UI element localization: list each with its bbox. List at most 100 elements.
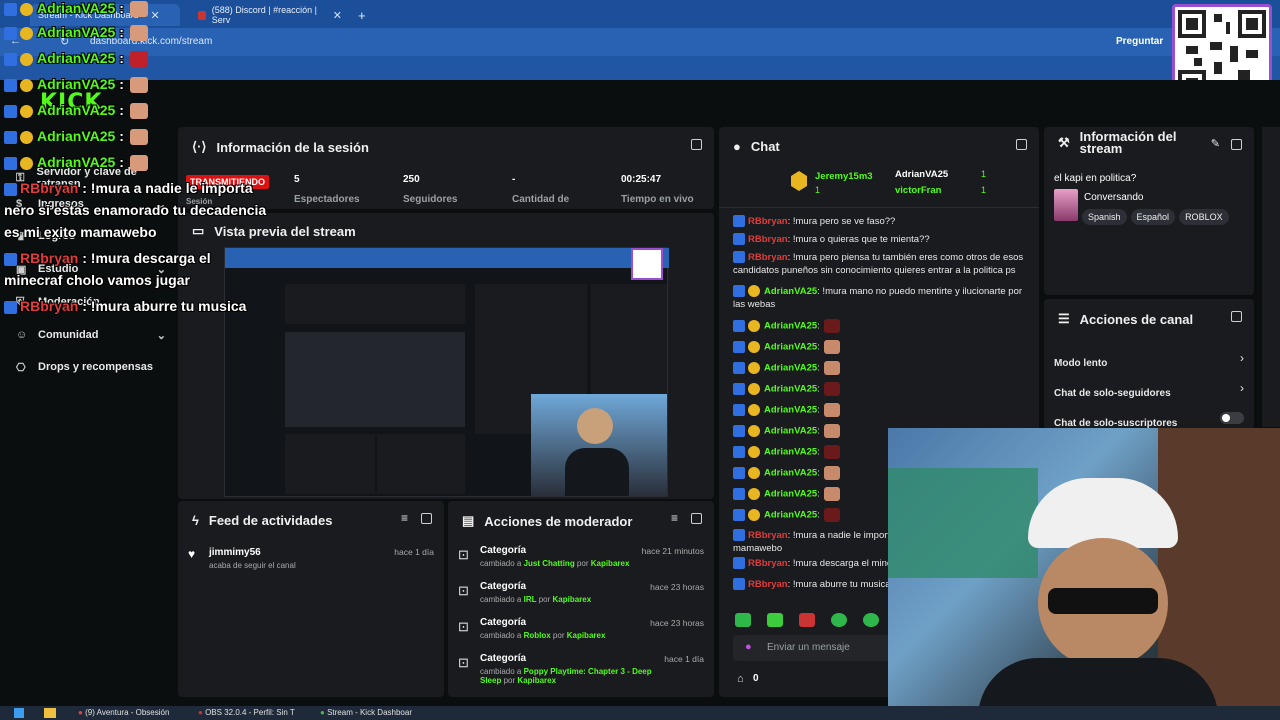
activity-user: jimmimy56 (209, 547, 261, 558)
close-icon[interactable]: ✕ (151, 9, 160, 22)
overlay-text: : !mura aburre tu musica (78, 298, 247, 314)
taskbar-item[interactable]: ● Stream - Kick Dashboar (320, 708, 412, 717)
panel-title: Chat (750, 139, 780, 154)
moderator-badge-icon (733, 578, 745, 591)
popout-icon[interactable] (1231, 311, 1242, 322)
emote-icon[interactable] (767, 613, 783, 627)
chat-username[interactable]: AdrianVA25 (764, 447, 817, 458)
chat-username[interactable]: RBbryan (748, 579, 788, 590)
mic-icon[interactable]: ● (745, 641, 752, 653)
sidebar-item-comunidad[interactable]: ☺ Comunidad ⌄ (16, 329, 166, 342)
windows-start-icon[interactable] (14, 708, 24, 718)
sidebar-item-label: Drops y recompensas (38, 361, 153, 373)
wrench-icon: ⚒ (1058, 135, 1070, 150)
gift-icon[interactable]: ⌂ (737, 673, 744, 685)
emote-icon[interactable] (831, 613, 847, 627)
filter-icon[interactable]: ≡ (401, 511, 408, 525)
mod-action-prefix: cambiado a (480, 595, 524, 604)
emote-icon (823, 424, 840, 438)
overlay-username: AdrianVA25 (37, 102, 116, 118)
chat-username[interactable]: AdrianVA25 (764, 321, 817, 332)
chat-username[interactable]: AdrianVA25 (764, 363, 817, 374)
chat-username[interactable]: RBbryan (748, 530, 788, 541)
chat-username[interactable]: AdrianVA25 (764, 426, 817, 437)
mod-action-value[interactable]: Roblox (524, 631, 551, 640)
chat-username[interactable]: AdrianVA25 (764, 286, 817, 297)
mod-action-value[interactable]: IRL (524, 595, 537, 604)
tag: Spanish (1082, 209, 1127, 225)
subscribers-only-toggle[interactable] (1220, 412, 1244, 424)
chat-username[interactable]: AdrianVA25 (764, 489, 817, 500)
overlay-username: RBbryan (20, 180, 79, 196)
moderator-badge-icon (4, 156, 17, 170)
mod-action-time: hace 23 horas (650, 582, 704, 592)
emote-icon (823, 508, 840, 522)
chat-bubble-icon: ● (733, 139, 741, 154)
chat-username[interactable]: AdrianVA25 (764, 342, 817, 353)
mod-action-user[interactable]: Kapibarex (567, 631, 606, 640)
chat-username[interactable]: RBbryan (748, 234, 788, 245)
chat-username[interactable]: AdrianVA25 (764, 384, 817, 395)
new-tab-button[interactable]: + (350, 4, 374, 26)
gold-badge-icon (20, 156, 33, 170)
overlay-username: AdrianVA25 (37, 50, 116, 66)
mod-action-value[interactable]: Just Chatting (524, 559, 575, 568)
popout-icon[interactable] (1016, 139, 1027, 150)
emote-icon (129, 129, 148, 146)
chat-username[interactable]: AdrianVA25 (764, 468, 817, 479)
stream-preview-video[interactable] (224, 247, 669, 497)
chat-username[interactable]: RBbryan (748, 558, 788, 569)
popout-icon[interactable] (691, 513, 702, 524)
popout-icon[interactable] (1231, 139, 1242, 150)
stat-value: 5 (294, 174, 300, 185)
sidebar-item-drops[interactable]: ⎔ Drops y recompensas (16, 361, 166, 374)
gold-badge-icon (20, 52, 33, 66)
mod-action-user[interactable]: Kapibarex (517, 676, 556, 685)
close-icon[interactable]: ✕ (333, 9, 342, 22)
edit-icon[interactable]: ✎ (1211, 137, 1220, 150)
mod-action-user[interactable]: Kapibarex (591, 559, 630, 568)
emote-icon (823, 382, 840, 396)
action-followers-only[interactable]: Chat de solo-seguidores › (1054, 381, 1244, 401)
moderator-badge-icon (733, 488, 745, 500)
stat-label: Tiempo en vivo (621, 194, 694, 205)
tab-discord[interactable]: (588) Discord | #reacción | Serv ✕ (190, 4, 350, 26)
moderator-badge-icon (733, 233, 745, 246)
overlay-text: : (115, 128, 124, 144)
chat-username[interactable]: AdrianVA25 (764, 405, 817, 416)
gift-icon: ⎔ (16, 362, 26, 374)
emote-icon (823, 340, 840, 354)
mod-action-time: hace 1 día (664, 654, 704, 664)
file-explorer-icon[interactable] (44, 708, 56, 718)
overlay-text: : (115, 154, 124, 170)
emote-icon[interactable] (863, 613, 879, 627)
overlay-text: nero si estas enamorado tu decadencia (4, 202, 267, 218)
emote-icon[interactable] (799, 613, 815, 627)
emote-icon (129, 51, 148, 68)
chat-username[interactable]: RBbryan (748, 252, 788, 263)
moderator-badge-icon (4, 104, 17, 118)
overlay-chat-line: RBbryan : !mura a nadie le importa (4, 180, 253, 196)
panel-title: Información de la sesión (216, 139, 369, 155)
browser-tab-bar: Stream - Kick Dashboard ✕ (588) Discord … (0, 0, 1280, 28)
popout-icon[interactable] (421, 513, 432, 524)
panel-title: Información del stream (1079, 129, 1177, 156)
filter-icon[interactable]: ≡ (671, 511, 678, 525)
taskbar-item[interactable]: ● OBS 32.0.4 - Perfil: Sin T (198, 708, 295, 717)
emote-icon (129, 155, 148, 172)
top-gifter-badge (791, 171, 807, 191)
popout-icon[interactable] (691, 139, 702, 150)
mod-action-user[interactable]: Kapibarex (553, 595, 592, 604)
address-bar: ← ↻ dashboard.kick.com/stream Preguntar (0, 28, 1280, 56)
action-slow-mode[interactable]: Modo lento › (1054, 351, 1244, 371)
taskbar-item[interactable]: ● (9) Aventura - Obsesión (78, 708, 169, 717)
emote-icon (823, 487, 840, 501)
mod-action-title: Categoría (480, 545, 527, 556)
mod-action-prefix: cambiado a (480, 667, 524, 676)
chat-username[interactable]: AdrianVA25 (764, 510, 817, 521)
chat-username[interactable]: RBbryan (748, 216, 788, 227)
emote-icon[interactable] (735, 613, 751, 627)
emote-icon (129, 77, 148, 94)
ask-button[interactable]: Preguntar (1116, 36, 1163, 47)
overlay-text: : (115, 76, 124, 92)
